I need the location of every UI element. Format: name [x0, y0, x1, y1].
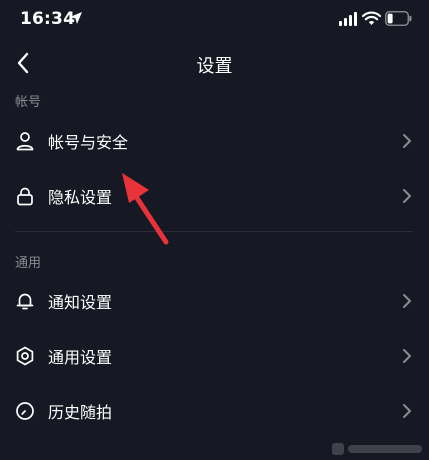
chevron-right-icon — [403, 189, 411, 203]
section-header-account: 帐号 — [15, 95, 42, 110]
bell-icon — [16, 293, 34, 310]
clock-icon — [16, 402, 34, 420]
battery-icon — [385, 11, 412, 26]
settings-item-label: 通用设置 — [48, 348, 113, 367]
chevron-right-icon — [403, 349, 411, 363]
settings-item-history[interactable]: 历史随拍 — [0, 384, 429, 438]
settings-item-label: 历史随拍 — [48, 403, 113, 422]
location-arrow-icon — [70, 12, 82, 24]
page-title: 设置 — [196, 56, 233, 77]
settings-item-notifications[interactable]: 通知设置 — [0, 274, 429, 328]
settings-item-label: 通知设置 — [48, 293, 113, 312]
lock-icon — [17, 187, 33, 206]
watermark-logo — [332, 443, 422, 455]
settings-item-label: 隐私设置 — [48, 188, 113, 207]
settings-item-general[interactable]: 通用设置 — [0, 329, 429, 383]
section-header-general: 通用 — [15, 256, 42, 271]
status-bar: 16:34 — [0, 0, 429, 40]
annotation-arrow-icon — [122, 173, 169, 245]
chevron-right-icon — [403, 404, 411, 418]
status-time: 16:34 — [20, 9, 76, 29]
settings-item-account-security[interactable]: 帐号与安全 — [0, 114, 429, 168]
nav-bar: 设置 — [0, 44, 429, 84]
signal-icon — [339, 12, 357, 26]
chevron-right-icon — [403, 134, 411, 148]
section-divider — [15, 231, 413, 232]
settings-item-label: 帐号与安全 — [48, 133, 129, 152]
settings-item-privacy[interactable]: 隐私设置 — [0, 169, 429, 223]
person-icon — [16, 132, 34, 151]
chevron-right-icon — [403, 294, 411, 308]
gear-icon — [16, 346, 34, 366]
wifi-icon — [362, 11, 381, 25]
